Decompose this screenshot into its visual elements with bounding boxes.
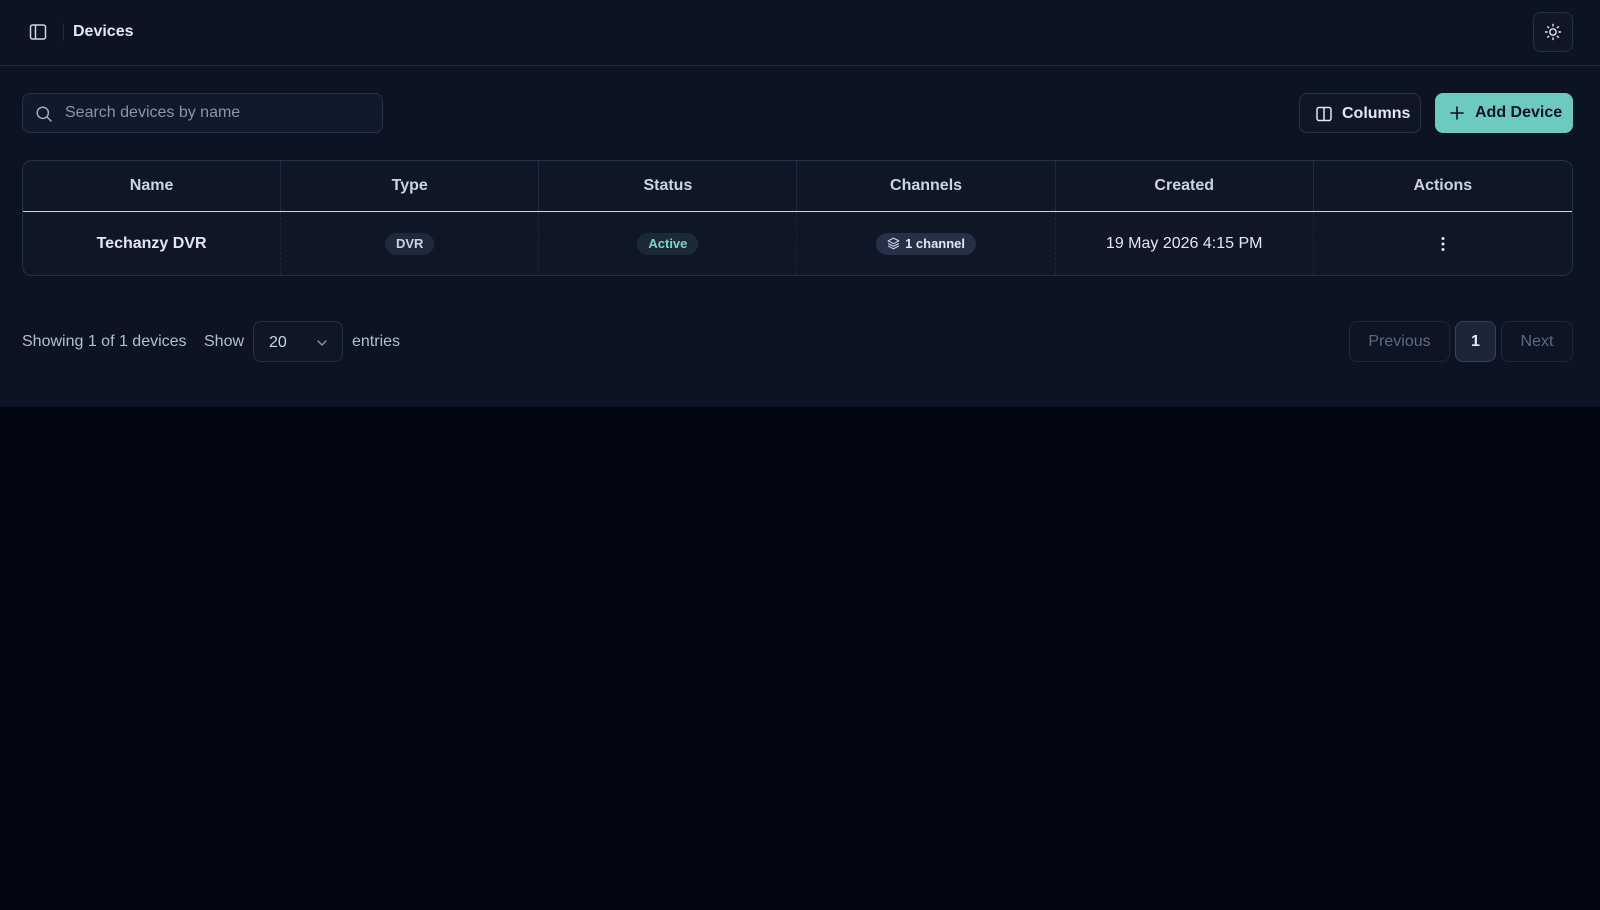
page-1-button[interactable]: 1 (1455, 321, 1496, 362)
table-header: Name Type Status Channels Created Action… (23, 161, 1572, 212)
device-actions-cell (1314, 212, 1572, 275)
row-actions-button[interactable] (1431, 232, 1455, 256)
plus-icon (1450, 106, 1464, 120)
results-summary: Showing 1 of 1 devices (22, 333, 187, 350)
columns-icon (1316, 106, 1332, 122)
devices-table: Name Type Status Channels Created Action… (22, 160, 1573, 276)
next-page-button[interactable]: Next (1501, 321, 1573, 362)
device-status-cell: Active (539, 212, 798, 275)
sidebar-panel-icon (29, 24, 47, 40)
entries-label: entries (352, 333, 401, 350)
page-title: Devices (73, 23, 134, 40)
channels-badge: 1 channel (876, 232, 977, 255)
more-vertical-icon (1441, 236, 1445, 251)
columns-button-label: Columns (1342, 105, 1411, 122)
device-name-cell: Techanzy DVR (23, 212, 282, 275)
show-label: Show (204, 333, 245, 350)
columns-button[interactable]: Columns (1299, 93, 1421, 133)
status-badge: Active (637, 232, 699, 255)
search-box (22, 93, 383, 133)
column-header-created[interactable]: Created (1056, 161, 1314, 211)
column-header-status[interactable]: Status (539, 161, 798, 211)
theme-toggle-button[interactable] (1533, 12, 1573, 52)
header-divider (63, 23, 64, 41)
device-channels-cell: 1 channel (797, 212, 1056, 275)
layers-icon (887, 237, 900, 250)
device-created-cell: 19 May 2026 4:15 PM (1056, 212, 1314, 275)
page-size-select[interactable]: 20 (253, 321, 343, 362)
app-panel: Devices Search devices by name Columns A… (0, 0, 1600, 407)
column-header-type[interactable]: Type (281, 161, 540, 211)
add-device-button[interactable]: Add Device (1435, 93, 1573, 133)
search-input[interactable] (63, 94, 373, 132)
device-type-cell: DVR (281, 212, 540, 275)
previous-page-button[interactable]: Previous (1349, 321, 1450, 362)
top-bar: Devices (0, 0, 1600, 66)
search-icon (36, 106, 52, 122)
add-device-button-label: Add Device (1475, 104, 1563, 121)
page-size-value: 20 (269, 334, 287, 351)
sidebar-toggle-button[interactable] (26, 20, 50, 44)
column-header-name[interactable]: Name (23, 161, 282, 211)
sun-icon (1544, 23, 1562, 41)
channels-badge-label: 1 channel (905, 236, 966, 251)
table-row[interactable]: Techanzy DVR DVR Active 1 channel 19 May… (23, 212, 1572, 275)
column-header-actions: Actions (1413, 177, 1473, 194)
chevron-down-icon (317, 340, 327, 346)
column-header-channels[interactable]: Channels (797, 161, 1056, 211)
type-badge: DVR (385, 232, 435, 255)
